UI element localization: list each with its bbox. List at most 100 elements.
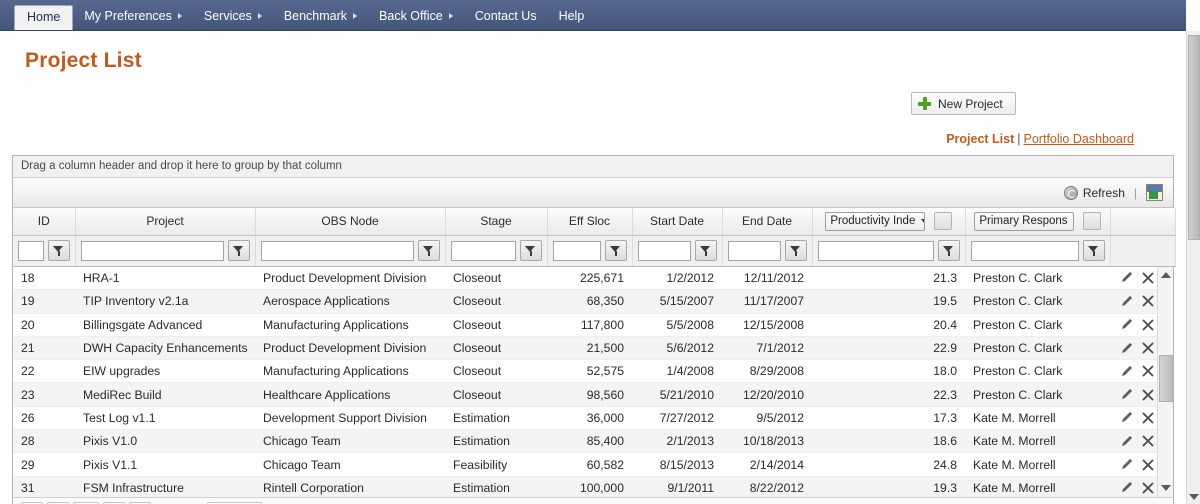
portfolio-dashboard-link[interactable]: Portfolio Dashboard [1024, 132, 1134, 146]
filter-input-stage[interactable] [450, 240, 516, 261]
filter-input-id[interactable] [18, 240, 44, 261]
scrollbar-thumb[interactable] [1159, 354, 1173, 402]
delete-x-icon[interactable] [1142, 459, 1154, 471]
edit-pencil-icon[interactable] [1120, 481, 1133, 494]
table-row[interactable]: 31 FSM Infrastructure Rintell Corporation E… [13, 476, 1173, 497]
cell-primary-responsible: Kate M. Morrell [965, 429, 1110, 454]
grid-rows-viewport: 18 HRA-1 Product Development Division Close… [13, 266, 1173, 497]
table-row[interactable]: 18 HRA-1 Product Development Division Close… [13, 266, 1173, 291]
filter-input-start-date[interactable] [637, 240, 691, 261]
filter-button-id[interactable] [47, 240, 70, 261]
filter-input-end-date[interactable] [727, 240, 781, 261]
table-row[interactable]: 23 MediRec Build Healthcare Applications Cl… [13, 382, 1173, 407]
column-header-start-date[interactable]: Start Date [632, 208, 723, 236]
edit-pencil-icon[interactable] [1120, 342, 1133, 355]
page-vertical-scrollbar[interactable] [1186, 31, 1200, 504]
page-scrollbar-thumb[interactable] [1188, 35, 1200, 240]
cell-id: 29 [13, 452, 75, 477]
nav-item-benchmark[interactable]: Benchmark [273, 4, 368, 30]
nav-item-contact-us[interactable]: Contact Us [464, 4, 548, 30]
nav-item-help[interactable]: Help [548, 4, 596, 30]
table-row[interactable]: 28 Pixis V1.0 Chicago Team Estimation 85,400… [13, 429, 1173, 454]
column-header-obs-node[interactable]: OBS Node [255, 208, 446, 236]
cell-productivity-index: 18.0 [812, 359, 965, 384]
filter-input-primary-responsible[interactable] [970, 240, 1079, 261]
primary-responsible-options-button[interactable] [1082, 212, 1101, 231]
cell-stage: Closeout [445, 266, 547, 291]
productivity-index-options-button[interactable] [933, 212, 952, 231]
table-row[interactable]: 19 TIP Inventory v2.1a Aerospace Applicati… [13, 289, 1173, 314]
delete-x-icon[interactable] [1142, 342, 1154, 354]
filter-input-eff-sloc[interactable] [552, 240, 601, 261]
cell-end-date: 12/20/2010 [722, 382, 812, 407]
refresh-button[interactable]: Refresh [1063, 185, 1125, 200]
table-row[interactable]: 20 Billingsgate Advanced Manufacturing App… [13, 313, 1173, 337]
filter-button-obs-node[interactable] [417, 240, 440, 261]
cell-end-date: 12/15/2008 [722, 313, 812, 337]
delete-x-icon[interactable] [1142, 482, 1154, 494]
table-row[interactable]: 21 DWH Capacity Enhancements Product Devel… [13, 336, 1173, 361]
chevron-down-icon [1189, 493, 1199, 500]
cell-start-date: 1/2/2012 [632, 266, 722, 291]
filter-button-primary-responsible[interactable] [1082, 240, 1105, 261]
filter-button-start-date[interactable] [694, 240, 717, 261]
filter-input-project[interactable] [80, 240, 224, 261]
table-row[interactable]: 22 EIW upgrades Manufacturing Applications… [13, 359, 1173, 384]
refresh-label: Refresh [1082, 185, 1125, 200]
grid-header-table: ID Project OBS Node Stage Eff Sloc Start… [13, 208, 1176, 267]
edit-pencil-icon[interactable] [1120, 411, 1133, 424]
group-by-dropzone[interactable]: Drag a column header and drop it here to… [13, 156, 1173, 178]
column-header-eff-sloc[interactable]: Eff Sloc [547, 208, 633, 236]
cell-end-date: 8/29/2008 [722, 359, 812, 384]
cell-eff-sloc: 98,560 [547, 382, 632, 407]
table-row[interactable]: 29 Pixis V1.1 Chicago Team Feasibility 60,58… [13, 452, 1173, 477]
cell-id: 19 [13, 289, 75, 314]
filter-button-stage[interactable] [519, 240, 542, 261]
primary-responsible-select[interactable]: Primary Respons [974, 211, 1075, 231]
nav-item-services[interactable]: Services [193, 4, 273, 30]
edit-pencil-icon[interactable] [1120, 365, 1133, 378]
filter-cell-primary-responsible [965, 235, 1111, 267]
filter-cell-start-date [632, 235, 723, 267]
filter-button-project[interactable] [227, 240, 250, 261]
scroll-up-button[interactable] [1158, 267, 1173, 284]
nav-item-home[interactable]: Home [14, 5, 74, 30]
csv-export-icon[interactable] [1146, 184, 1163, 201]
edit-pencil-icon[interactable] [1120, 388, 1133, 401]
nav-item-my-preferences[interactable]: My Preferences [73, 4, 193, 30]
filter-button-end-date[interactable] [784, 240, 807, 261]
column-header-id[interactable]: ID [13, 208, 76, 236]
nav-item-back-office[interactable]: Back Office [368, 4, 464, 30]
cell-id: 21 [13, 336, 75, 361]
delete-x-icon[interactable] [1142, 319, 1154, 331]
delete-x-icon[interactable] [1142, 272, 1154, 284]
edit-pencil-icon[interactable] [1120, 271, 1133, 284]
table-row[interactable]: 26 Test Log v1.1 Development Support Divis… [13, 406, 1173, 431]
delete-x-icon[interactable] [1142, 435, 1154, 447]
edit-pencil-icon[interactable] [1120, 295, 1133, 308]
grid-vertical-scrollbar[interactable] [1157, 266, 1173, 497]
delete-x-icon[interactable] [1142, 365, 1154, 377]
delete-x-icon[interactable] [1142, 389, 1154, 401]
edit-pencil-icon[interactable] [1120, 435, 1133, 448]
scroll-down-button[interactable] [1158, 480, 1173, 497]
filter-input-obs-node[interactable] [260, 240, 414, 261]
column-header-end-date[interactable]: End Date [722, 208, 813, 236]
column-header-actions [1110, 208, 1176, 236]
delete-x-icon[interactable] [1142, 295, 1154, 307]
edit-pencil-icon[interactable] [1120, 458, 1133, 471]
filter-button-productivity-index[interactable] [937, 240, 960, 261]
cell-obs-node: Chicago Team [255, 429, 445, 454]
column-header-project[interactable]: Project [75, 208, 256, 236]
breadcrumb: Project List | Portfolio Dashboard [946, 132, 1134, 146]
filter-input-productivity-index[interactable] [817, 240, 934, 261]
column-header-stage[interactable]: Stage [445, 208, 548, 236]
edit-pencil-icon[interactable] [1120, 318, 1133, 331]
nav-item-label: Help [558, 9, 585, 23]
new-project-button[interactable]: New Project [911, 92, 1016, 115]
filter-button-eff-sloc[interactable] [604, 240, 627, 261]
cell-productivity-index: 22.9 [812, 336, 965, 361]
page-scroll-down-button[interactable] [1187, 489, 1200, 504]
delete-x-icon[interactable] [1142, 412, 1154, 424]
productivity-index-select[interactable]: Productivity Inde [825, 211, 926, 231]
